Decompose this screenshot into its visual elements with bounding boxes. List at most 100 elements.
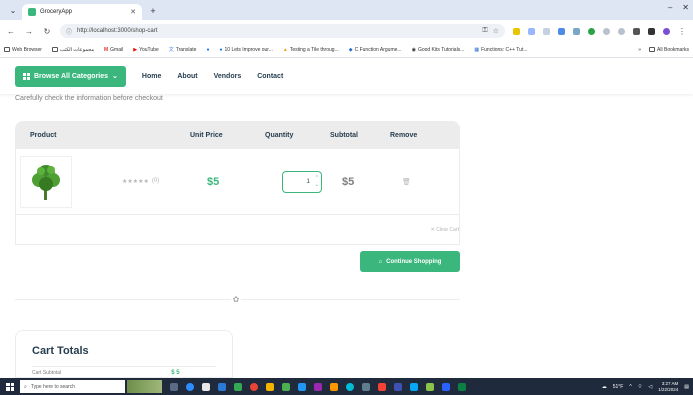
cart-subtotal-value: $ 5 <box>171 370 180 376</box>
quantity-value[interactable]: 1 <box>306 179 309 185</box>
bookmark-item[interactable]: M Gmail <box>104 47 123 53</box>
task-view-icon[interactable] <box>170 382 178 391</box>
weather-icon[interactable]: ☁ <box>602 384 607 390</box>
app-icon[interactable] <box>330 382 338 391</box>
gmail-icon: M <box>104 46 109 53</box>
bookmark-item[interactable]: Web Browser <box>4 47 42 53</box>
app-icon[interactable] <box>378 382 386 391</box>
nav-contact[interactable]: Contact <box>257 73 283 80</box>
product-image[interactable] <box>20 155 72 208</box>
tray-chevron-icon[interactable]: ^ <box>629 384 631 390</box>
app-icon[interactable] <box>410 382 418 391</box>
close-window-icon[interactable]: ✕ <box>682 3 689 12</box>
app-icon[interactable] <box>218 382 226 391</box>
app-icon[interactable] <box>458 382 466 391</box>
notifications-icon[interactable]: ▤ <box>684 384 689 390</box>
bookmark-item[interactable]: ▲ Testing a Tile throug... <box>283 47 339 53</box>
unit-price: $5 <box>207 175 220 188</box>
bookmark-item[interactable]: ▦ Functions: C++ Tut... <box>474 47 527 53</box>
network-icon[interactable]: ⌔ <box>638 384 643 390</box>
reload-icon[interactable]: ↻ <box>42 27 52 36</box>
app-icon[interactable] <box>282 382 290 391</box>
taskbar-clock[interactable]: 3:27 AM 1/22/2024 <box>658 381 678 393</box>
profile-avatar[interactable] <box>663 27 670 35</box>
forward-icon[interactable]: → <box>24 27 34 36</box>
extension-icon[interactable] <box>528 27 535 35</box>
clear-cart-link[interactable]: ✕ Clear Cart <box>431 227 459 233</box>
kale-image <box>32 164 60 200</box>
app-icon[interactable] <box>298 382 306 391</box>
search-highlight-image[interactable] <box>127 380 162 393</box>
chevron-down-icon[interactable]: ⌄ <box>315 182 319 189</box>
volume-icon[interactable]: ◁ <box>648 384 652 390</box>
back-icon[interactable]: ← <box>6 27 16 36</box>
tab-search-icon[interactable]: ⌄ <box>6 3 20 17</box>
bookmark-item[interactable]: ▶ YouTube <box>133 47 159 53</box>
nav-home[interactable]: Home <box>142 73 161 80</box>
nav-vendors[interactable]: Vendors <box>214 73 242 80</box>
cart-totals-title: Cart Totals <box>32 345 89 357</box>
chrome-icon[interactable] <box>250 382 258 391</box>
app-icon[interactable] <box>426 382 434 391</box>
grid-icon <box>23 72 30 80</box>
app-icon[interactable] <box>346 382 354 391</box>
extension-icon[interactable] <box>603 27 610 35</box>
app-icon[interactable] <box>234 382 242 391</box>
bookmarks-overflow-icon[interactable]: » <box>638 47 641 53</box>
key-icon[interactable]: ⚿ <box>482 27 487 35</box>
app-icon[interactable] <box>202 382 210 391</box>
weather-temp[interactable]: 51°F <box>613 384 624 390</box>
extension-icon[interactable] <box>573 27 580 35</box>
app-icon[interactable] <box>442 382 450 391</box>
url-text[interactable]: http://localhost:3000/shop-cart <box>77 28 477 34</box>
chevron-down-icon: ⌄ <box>112 73 118 80</box>
site-info-icon[interactable]: ⓘ <box>66 27 72 36</box>
side-panel-icon[interactable] <box>648 27 655 35</box>
app-icon[interactable] <box>362 382 370 391</box>
minimize-icon[interactable]: – <box>668 3 672 12</box>
bookmark-star-icon[interactable]: ☆ <box>493 27 499 35</box>
folder-icon <box>51 47 58 52</box>
continue-shopping-button[interactable]: ⌂ Continue Shopping <box>360 251 460 272</box>
nav-about[interactable]: About <box>177 73 197 80</box>
browse-categories-button[interactable]: Browse All Categories ⌄ <box>15 65 126 87</box>
folder-icon <box>4 47 10 52</box>
taskbar-search[interactable]: ⌕ Type here to search <box>20 380 125 393</box>
bookmark-item[interactable]: ● <box>206 47 209 53</box>
app-icon[interactable] <box>266 382 274 391</box>
taskbar-apps <box>170 382 466 391</box>
bookmark-item[interactable]: 文 Translate <box>169 46 197 54</box>
more-menu-icon[interactable]: ⋮ <box>678 27 686 36</box>
app-icon[interactable] <box>314 382 322 391</box>
edge-icon[interactable] <box>186 382 194 391</box>
product-rating: ★★★★★ (0) <box>122 178 207 185</box>
chevron-up-icon[interactable]: ⌃ <box>315 175 319 182</box>
bookmark-item[interactable]: ◉ Good Kits Tutorials... <box>412 47 465 53</box>
cart-table-header: Product Unit Price Quantity Subtotal Rem… <box>15 121 460 149</box>
extension-icon[interactable] <box>588 27 595 35</box>
app-icon[interactable] <box>394 382 402 391</box>
bookmark-item[interactable]: مجموعات الكتب <box>51 47 94 53</box>
cart-table-footer: ✕ Clear Cart <box>15 215 460 245</box>
bookmark-item[interactable]: ◆ C Function Argume... <box>349 47 402 53</box>
quantity-stepper[interactable]: 1 ⌃ ⌄ <box>282 170 322 193</box>
extension-icon[interactable] <box>513 27 520 35</box>
system-tray: ☁ 51°F ^ ⌔ ◁ 3:27 AM 1/22/2024 ▤ <box>602 381 693 393</box>
extension-icon[interactable] <box>543 27 550 35</box>
quantity-arrows[interactable]: ⌃ ⌄ <box>315 175 319 189</box>
start-button[interactable] <box>0 378 20 395</box>
bookmark-site-icon: ▦ <box>474 46 480 53</box>
extensions-puzzle-icon[interactable] <box>633 27 640 35</box>
extension-icon[interactable] <box>618 27 625 35</box>
extension-icon[interactable] <box>558 27 565 35</box>
cart-totals-card: Cart Totals Cart Subtotal $ 5 <box>15 330 233 378</box>
address-bar[interactable]: ⓘ http://localhost:3000/shop-cart ⚿ ☆ <box>60 24 505 38</box>
new-tab-icon[interactable]: + <box>146 4 160 18</box>
header-quantity: Quantity <box>265 131 294 139</box>
browser-tab[interactable]: GroceryApp ✕ <box>22 4 142 20</box>
checkout-notice: Carefully check the information before c… <box>15 95 163 102</box>
bookmark-item[interactable]: ● 10 Lets Improve our... <box>219 47 272 53</box>
trash-icon[interactable]: 🗑 <box>402 178 411 186</box>
all-bookmarks[interactable]: All Bookmarks <box>649 47 689 53</box>
close-tab-icon[interactable]: ✕ <box>130 8 136 16</box>
